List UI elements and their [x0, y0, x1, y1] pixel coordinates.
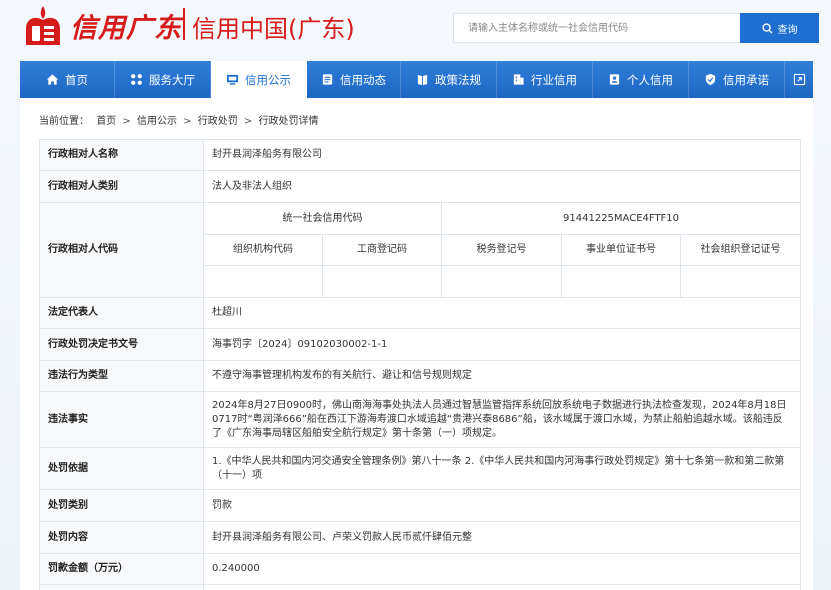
table-row: 法定代表人 杜超川 — [39, 297, 802, 329]
breadcrumb-item-current: 行政处罚详情 — [258, 116, 319, 127]
nav-label: 首页 — [65, 72, 88, 87]
table-row: 处罚类别 罚款 — [39, 489, 802, 522]
name-label: 行政相对人名称 — [39, 139, 204, 171]
nav-item-personal-credit[interactable]: 个人信用 — [593, 61, 689, 98]
search-button[interactable]: 查询 — [740, 13, 819, 43]
penalty-type-label: 处罚类别 — [39, 489, 204, 522]
tax-reg-value — [441, 265, 562, 298]
social-org-reg-label: 社会组织登记证号 — [679, 234, 802, 266]
main-nav: 首页 服务大厅 信用公示 信用动态 政策法规 行业信用 个人信用 信用承诺 — [20, 61, 813, 98]
breadcrumb-prefix: 当前位置： — [39, 116, 89, 127]
facts-label: 违法事实 — [39, 391, 204, 448]
uscc-value: 91441225MACE4FTF10 — [440, 202, 802, 235]
facts-value: 2024年8月27日0900时，佛山南海海事处执法人员通过智慧监管指挥系统回放系… — [202, 391, 802, 448]
violation-type-label: 违法行为类型 — [39, 360, 204, 392]
table-row: 违法事实 2024年8月27日0900时，佛山南海海事处执法人员通过智慧监管指挥… — [39, 391, 802, 448]
amount-value: 0.240000 — [202, 553, 802, 585]
next-row-value — [202, 584, 802, 590]
penalty-content-value: 封开县润泽船务有限公司、卢荣义罚款人民币贰仟肆佰元整 — [202, 521, 802, 554]
nav-item-credit-disclosure[interactable]: 信用公示 — [211, 61, 307, 98]
table-row — [39, 584, 802, 590]
search-box: 查询 — [453, 13, 819, 43]
institution-cert-value — [561, 265, 681, 298]
business-reg-label: 工商登记码 — [322, 234, 442, 266]
home-icon — [46, 74, 59, 85]
nav-label: 个人信用 — [627, 72, 673, 87]
nav-label: 服务大厅 — [149, 72, 195, 87]
table-row: 行政相对人名称 封开县润泽船务有限公司 — [39, 139, 802, 171]
doc-no-label: 行政处罚决定书文号 — [39, 328, 204, 361]
penalty-detail-table: 行政相对人名称 封开县润泽船务有限公司 行政相对人类别 法人及非法人组织 行政相… — [39, 139, 802, 590]
legal-rep-value: 杜超川 — [202, 297, 802, 329]
detail-panel: 行政相对人名称 封开县润泽船务有限公司 行政相对人类别 法人及非法人组织 行政相… — [20, 138, 813, 590]
nav-label: 信用承诺 — [723, 72, 769, 87]
monitor-icon — [226, 74, 239, 85]
table-row: 行政相对人类别 法人及非法人组织 — [39, 170, 802, 203]
nav-label: 行业信用 — [531, 72, 577, 87]
breadcrumb-separator: > — [243, 116, 253, 127]
violation-type-value: 不遵守海事管理机构发布的有关航行、避让和信号规则规定 — [202, 360, 802, 392]
news-icon — [322, 74, 333, 85]
nav-label: 信用动态 — [340, 72, 386, 87]
nav-item-credit-news[interactable]: 信用动态 — [307, 61, 401, 98]
breadcrumb-item-credit-disclosure[interactable]: 信用公示 — [137, 112, 177, 127]
breadcrumb-separator: > — [122, 116, 131, 127]
basis-value: 1.《中华人民共和国内河交通安全管理条例》第八十一条 2.《中华人民共和国内河海… — [202, 447, 802, 490]
nav-label: 信用公示 — [245, 72, 291, 87]
nav-item-home[interactable]: 首页 — [20, 61, 115, 98]
nav-label: 政策法规 — [435, 72, 481, 87]
nav-item-credit-commitment[interactable]: 信用承诺 — [689, 61, 785, 98]
credit-logo-icon[interactable] — [20, 3, 66, 49]
building-icon — [513, 74, 524, 85]
site-title[interactable]: 信用中国(广东) — [192, 9, 355, 44]
id-card-icon — [609, 74, 620, 85]
table-row: 罚款金额（万元） 0.240000 — [39, 553, 802, 585]
doc-no-value: 海事罚字〔2024〕09102030002-1-1 — [202, 328, 802, 361]
breadcrumb-item-home[interactable]: 首页 — [96, 112, 116, 127]
legal-rep-label: 法定代表人 — [39, 297, 204, 329]
code-label: 行政相对人代码 — [39, 202, 204, 298]
shield-icon — [705, 73, 716, 86]
table-row: 行政处罚决定书文号 海事罚字〔2024〕09102030002-1-1 — [39, 328, 802, 361]
grid-icon — [131, 74, 142, 85]
social-org-reg-value — [679, 265, 802, 298]
expand-icon — [793, 73, 805, 86]
breadcrumb-item-admin-penalty[interactable]: 行政处罚 — [198, 112, 238, 127]
business-reg-value — [322, 265, 442, 298]
nav-item-service-hall[interactable]: 服务大厅 — [115, 61, 211, 98]
site-header: 信用广东 信用中国(广东) 查询 — [0, 0, 831, 60]
penalty-type-value: 罚款 — [202, 489, 802, 522]
penalty-content-label: 处罚内容 — [39, 521, 204, 554]
nav-expand-button[interactable] — [785, 61, 813, 98]
name-value: 封开县润泽船务有限公司 — [202, 139, 802, 171]
institution-cert-label: 事业单位证书号 — [561, 234, 681, 266]
org-code-value — [203, 265, 323, 298]
org-code-label: 组织机构代码 — [203, 234, 323, 266]
category-label: 行政相对人类别 — [39, 170, 204, 203]
next-row-label — [39, 584, 204, 590]
search-input[interactable] — [454, 14, 742, 42]
uscc-label: 统一社会信用代码 — [203, 202, 442, 235]
nav-item-industry-credit[interactable]: 行业信用 — [497, 61, 593, 98]
category-value: 法人及非法人组织 — [202, 170, 802, 203]
tax-reg-label: 税务登记号 — [441, 234, 562, 266]
logo-divider — [183, 8, 185, 40]
breadcrumb-separator: > — [183, 116, 192, 127]
table-row: 处罚内容 封开县润泽船务有限公司、卢荣义罚款人民币贰仟肆佰元整 — [39, 521, 802, 554]
breadcrumb: 当前位置： 首页 > 信用公示 > 行政处罚 > 行政处罚详情 — [20, 98, 813, 138]
book-icon — [417, 74, 428, 86]
table-row: 违法行为类型 不遵守海事管理机构发布的有关航行、避让和信号规则规定 — [39, 360, 802, 392]
logo-script-text: 信用广东 — [70, 13, 182, 44]
search-button-label: 查询 — [777, 24, 798, 36]
amount-label: 罚款金额（万元） — [39, 553, 204, 585]
search-icon — [761, 22, 773, 34]
table-row: 行政相对人代码 统一社会信用代码 91441225MACE4FTF10 — [39, 202, 802, 298]
nav-item-policy[interactable]: 政策法规 — [401, 61, 497, 98]
table-row: 处罚依据 1.《中华人民共和国内河交通安全管理条例》第八十一条 2.《中华人民共… — [39, 447, 802, 490]
basis-label: 处罚依据 — [39, 447, 204, 490]
